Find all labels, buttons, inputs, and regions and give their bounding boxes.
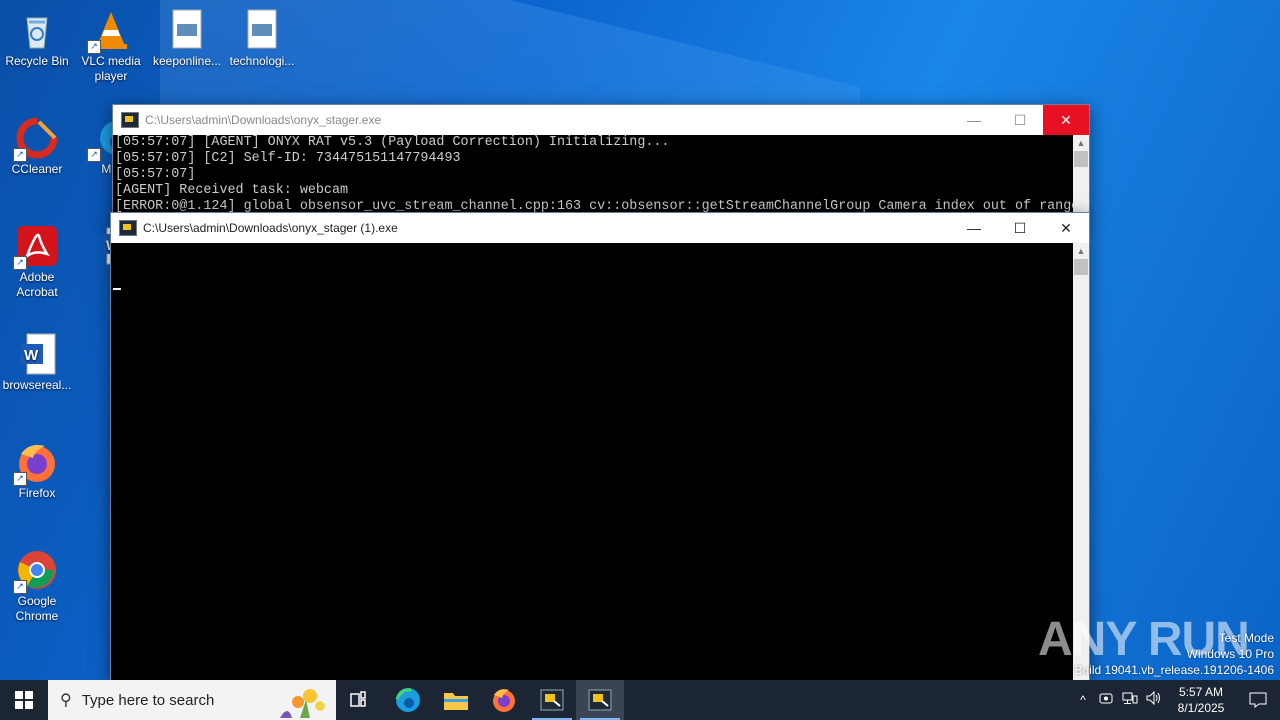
meet-now-icon[interactable] xyxy=(1094,691,1118,710)
watermark-line: Windows 10 Pro xyxy=(1186,647,1274,661)
search-highlight-flowers-icon xyxy=(280,689,325,718)
text-cursor xyxy=(113,288,121,290)
acrobat-icon: ↗ xyxy=(13,224,59,270)
edge-icon xyxy=(395,688,420,712)
taskbar-firefox[interactable] xyxy=(480,680,528,720)
shortcut-arrow-icon: ↗ xyxy=(13,472,27,486)
search-placeholder: Type here to search xyxy=(81,691,215,709)
network-icon[interactable] xyxy=(1118,691,1142,710)
console-line: [05:57:07] [C2] Self-ID: 734475151147794… xyxy=(115,151,461,166)
taskbar-console-onyx-stager[interactable] xyxy=(528,680,576,720)
console-app-icon xyxy=(588,689,612,711)
console-app-icon xyxy=(119,220,137,236)
desktop-icon-adobe-acrobat[interactable]: ↗ Adobe Acrobat xyxy=(0,224,74,300)
watermark-line: Build 19041.vb_release.191206-1406 xyxy=(1074,663,1275,677)
file-explorer-icon xyxy=(444,693,468,710)
console-line: [05:57:07] xyxy=(115,167,196,182)
clock-time: 5:57 AM xyxy=(1178,685,1224,699)
image-file-icon xyxy=(240,8,284,52)
console-window-onyx-stager[interactable]: C:\Users\admin\Downloads\onyx_stager.exe… xyxy=(112,104,1090,218)
console-app-icon xyxy=(540,689,564,711)
window-titlebar[interactable]: C:\Users\admin\Downloads\onyx_stager (1)… xyxy=(111,213,1089,243)
desktop-icon-label: VLC media player xyxy=(81,54,141,83)
scroll-up-icon[interactable]: ▲ xyxy=(1073,243,1089,259)
desktop-icon-browsereal[interactable]: W browsereal... xyxy=(0,332,74,393)
maximize-button[interactable]: ☐ xyxy=(997,105,1043,135)
desktop-icon-keeponline[interactable]: keeponline... xyxy=(150,8,224,69)
taskbar-clock[interactable]: 5:57 AM 8/1/2025 xyxy=(1166,684,1236,716)
maximize-button[interactable]: ☐ xyxy=(997,213,1043,243)
minimize-button[interactable]: — xyxy=(951,105,997,135)
firefox-icon: ↗ xyxy=(13,440,59,486)
desktop-icon-label: Recycle Bin xyxy=(5,54,69,68)
desktop-icon-label: technologi... xyxy=(229,54,295,68)
console-line: [AGENT] Received task: webcam xyxy=(115,183,349,198)
watermark-line: Test Mode xyxy=(1218,631,1274,645)
desktop-icon-label: Firefox xyxy=(18,486,56,500)
task-view-button[interactable] xyxy=(336,680,384,720)
desktop-icon-google-chrome[interactable]: ↗ Google Chrome xyxy=(0,548,74,624)
recycle-bin-icon xyxy=(15,8,59,52)
shortcut-arrow-icon: ↗ xyxy=(87,40,101,54)
taskbar-console-onyx-stager-1[interactable] xyxy=(576,680,624,720)
shortcut-arrow-icon: ↗ xyxy=(13,148,27,162)
svg-text:W: W xyxy=(24,347,39,364)
console-app-icon xyxy=(121,112,139,128)
console-window-onyx-stager-1[interactable]: C:\Users\admin\Downloads\onyx_stager (1)… xyxy=(110,212,1090,682)
close-button[interactable]: ✕ xyxy=(1043,213,1089,243)
shortcut-arrow-icon: ↗ xyxy=(87,148,101,162)
system-tray: ^ 5:57 AM 8/1/2025 xyxy=(1072,680,1280,720)
scroll-thumb[interactable] xyxy=(1074,259,1088,275)
minimize-button[interactable]: — xyxy=(951,213,997,243)
start-button[interactable] xyxy=(0,680,48,720)
desktop-icon-label: CCleaner xyxy=(11,162,63,176)
ccleaner-icon: ↗ xyxy=(13,116,59,162)
window-titlebar[interactable]: C:\Users\admin\Downloads\onyx_stager.exe… xyxy=(113,105,1089,135)
volume-icon[interactable] xyxy=(1142,690,1166,710)
shortcut-arrow-icon: ↗ xyxy=(13,256,27,270)
taskbar-search-box[interactable]: ⚲ Type here to search xyxy=(48,680,336,720)
console-line: [05:57:07] [AGENT] ONYX RAT v5.3 (Payloa… xyxy=(115,135,670,150)
clock-date: 8/1/2025 xyxy=(1177,701,1225,715)
chrome-icon: ↗ xyxy=(13,548,59,594)
taskbar-file-explorer[interactable] xyxy=(432,680,480,720)
taskbar: ⚲ Type here to search ^ 5:57 AM 8/1/2025 xyxy=(0,680,1280,720)
firefox-icon xyxy=(493,689,515,712)
window-title: C:\Users\admin\Downloads\onyx_stager.exe xyxy=(145,113,382,127)
desktop-icon-label: Adobe Acrobat xyxy=(16,270,58,299)
windows-logo-icon xyxy=(15,691,33,709)
desktop-icon-technologi[interactable]: technologi... xyxy=(225,8,299,69)
task-view-icon xyxy=(350,691,366,707)
os-watermark: Test Mode Windows 10 Pro Build 19041.vb_… xyxy=(1075,630,1275,678)
vlc-icon: ↗ xyxy=(87,8,133,54)
notification-center-icon[interactable] xyxy=(1236,692,1280,708)
window-title: C:\Users\admin\Downloads\onyx_stager (1)… xyxy=(143,221,398,235)
desktop-icon-label: keeponline... xyxy=(152,54,222,68)
console-output[interactable] xyxy=(111,243,1073,681)
close-button[interactable]: ✕ xyxy=(1043,105,1089,135)
scroll-up-icon[interactable]: ▲ xyxy=(1073,135,1089,151)
desktop-icon-ccleaner[interactable]: ↗ CCleaner xyxy=(0,116,74,177)
word-doc-icon: W xyxy=(15,332,59,376)
shortcut-arrow-icon: ↗ xyxy=(13,580,27,594)
scroll-thumb[interactable] xyxy=(1074,151,1088,167)
desktop-icon-recycle-bin[interactable]: Recycle Bin xyxy=(0,8,74,69)
chevron-up-icon[interactable]: ^ xyxy=(1072,693,1094,707)
image-file-icon xyxy=(165,8,209,52)
vertical-scrollbar[interactable]: ▲ xyxy=(1073,135,1089,217)
taskbar-edge[interactable] xyxy=(384,680,432,720)
desktop-icon-firefox[interactable]: ↗ Firefox xyxy=(0,440,74,501)
desktop-icon-label: Google Chrome xyxy=(15,594,59,623)
search-icon: ⚲ xyxy=(60,692,72,709)
console-output[interactable]: [05:57:07] [AGENT] ONYX RAT v5.3 (Payloa… xyxy=(113,135,1073,217)
desktop-icon-vlc[interactable]: ↗ VLC media player xyxy=(74,8,148,84)
desktop-icon-label: browsereal... xyxy=(2,378,72,392)
